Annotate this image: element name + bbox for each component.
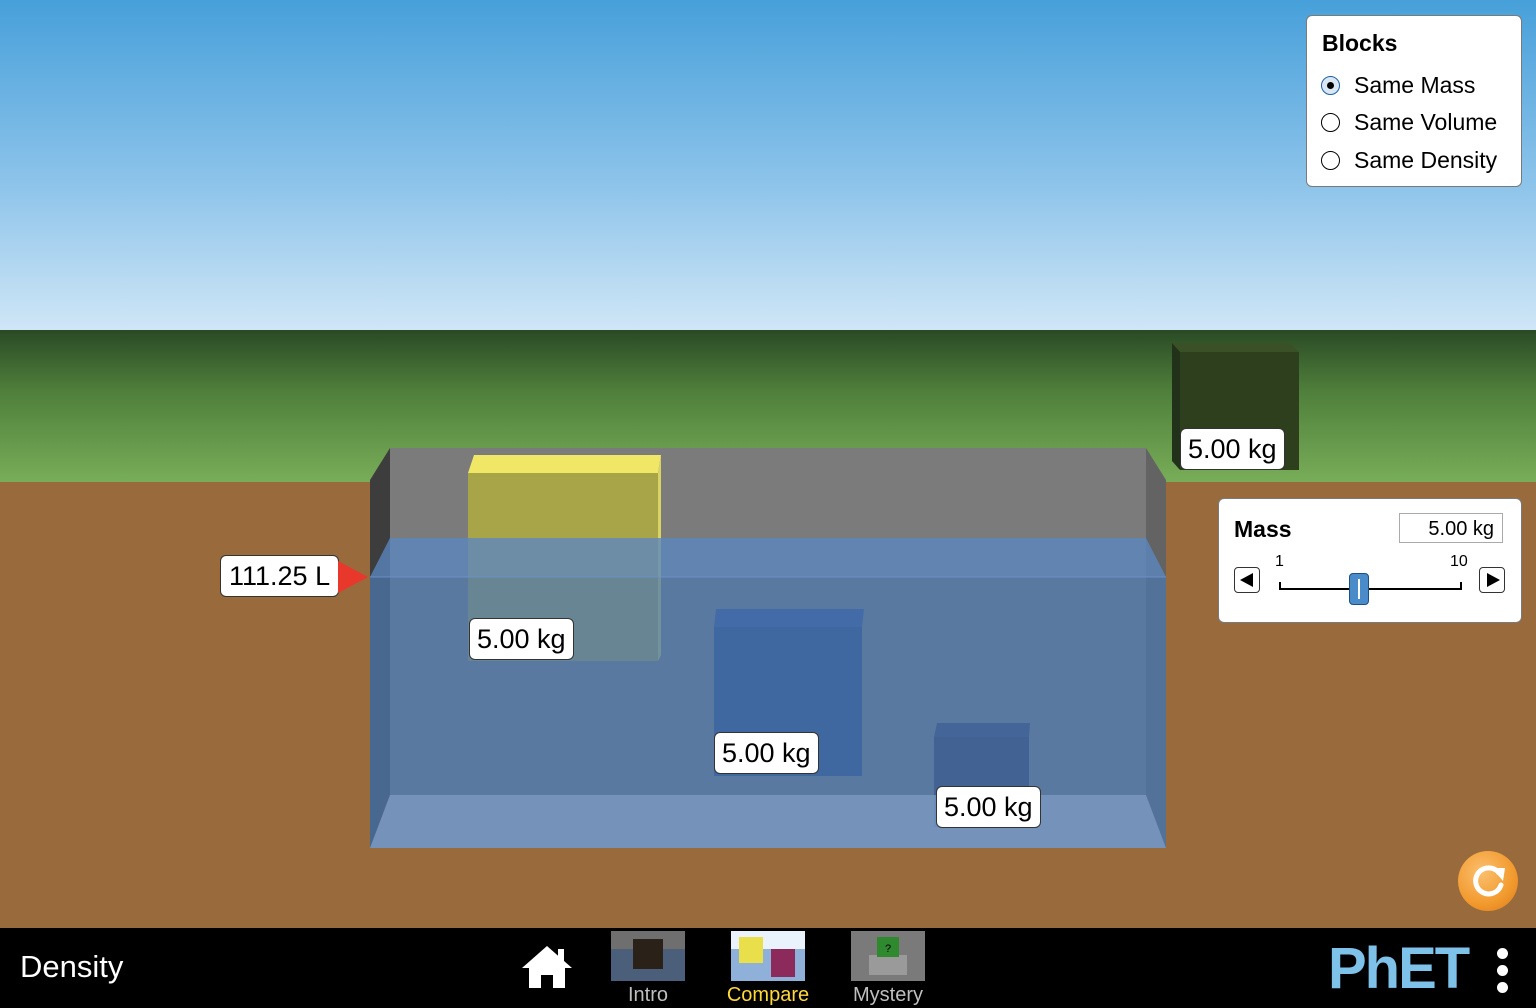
mass-slider-max-label: 10 <box>1450 553 1468 570</box>
phet-menu-button[interactable] <box>1494 946 1512 994</box>
home-button[interactable] <box>520 944 574 990</box>
blocks-panel-title: Blocks <box>1322 30 1398 56</box>
radio-label-same-volume: Same Volume <box>1354 108 1498 135</box>
tab-intro[interactable]: Intro <box>610 931 686 1007</box>
arrow-right-icon <box>1487 573 1500 587</box>
tab-mystery[interactable]: ? Mystery <box>850 931 926 1007</box>
water-level-pointer-icon <box>338 561 368 593</box>
tab-compare[interactable]: Compare <box>727 931 809 1007</box>
mass-slider-track[interactable] <box>1279 588 1461 590</box>
mass-slider-min-label: 1 <box>1275 553 1284 570</box>
menu-dot-icon <box>1497 965 1508 976</box>
radio-label-same-mass: Same Mass <box>1354 71 1476 98</box>
radio-unselected-icon[interactable] <box>1321 112 1340 132</box>
increment-mass-button[interactable] <box>1479 567 1505 593</box>
sim-scene: 5.00 kg 5.00 kg 5.00 kg 5.00 kg 111.25 L… <box>0 0 1536 928</box>
green-block-mass-label: 5.00 kg <box>1180 428 1285 470</box>
mass-value-readout: 5.00 kg <box>1399 513 1503 543</box>
mass-control-title: Mass <box>1234 516 1292 542</box>
radio-selected-icon[interactable] <box>1321 75 1340 95</box>
navy-block-mass-label: 5.00 kg <box>936 786 1041 828</box>
app-title: Density <box>20 949 124 984</box>
tab-intro-label: Intro <box>627 984 669 1006</box>
decrement-mass-button[interactable] <box>1234 567 1260 593</box>
pool-volume-readout: 111.25 L <box>220 555 340 597</box>
menu-dot-icon <box>1497 948 1508 959</box>
mass-slider-max-tick <box>1460 582 1462 590</box>
radio-same-mass[interactable]: Same Mass <box>1321 70 1475 100</box>
phet-logo[interactable]: PhET <box>1328 940 1470 998</box>
radio-unselected-icon[interactable] <box>1321 150 1340 170</box>
menu-dot-icon <box>1497 982 1508 993</box>
tab-mystery-label: Mystery <box>853 984 923 1006</box>
navigation-bar: Density Intro Compare ? Mystery PhET <box>0 928 1536 1008</box>
radio-same-volume[interactable]: Same Volume <box>1321 107 1497 137</box>
mass-control-panel: Mass 5.00 kg 1 10 <box>1218 498 1522 623</box>
yellow-block-mass-label: 5.00 kg <box>469 618 574 660</box>
blue-block-mass-label: 5.00 kg <box>714 732 819 774</box>
blocks-panel: Blocks Same Mass Same Volume Same Densit… <box>1306 15 1522 187</box>
mystery-thumbnail-icon: ? <box>851 931 925 981</box>
mass-slider-thumb[interactable] <box>1349 573 1369 605</box>
reset-all-button[interactable] <box>1458 851 1518 911</box>
arrow-left-icon <box>1240 573 1253 587</box>
svg-text:?: ? <box>885 943 891 955</box>
home-icon <box>522 946 572 988</box>
radio-same-density[interactable]: Same Density <box>1321 145 1497 175</box>
intro-thumbnail-icon <box>611 931 685 981</box>
tab-compare-label: Compare <box>726 984 810 1006</box>
radio-label-same-density: Same Density <box>1354 146 1498 173</box>
compare-thumbnail-icon <box>731 931 805 981</box>
mass-slider-min-tick <box>1279 582 1281 590</box>
reset-icon <box>1473 865 1505 897</box>
